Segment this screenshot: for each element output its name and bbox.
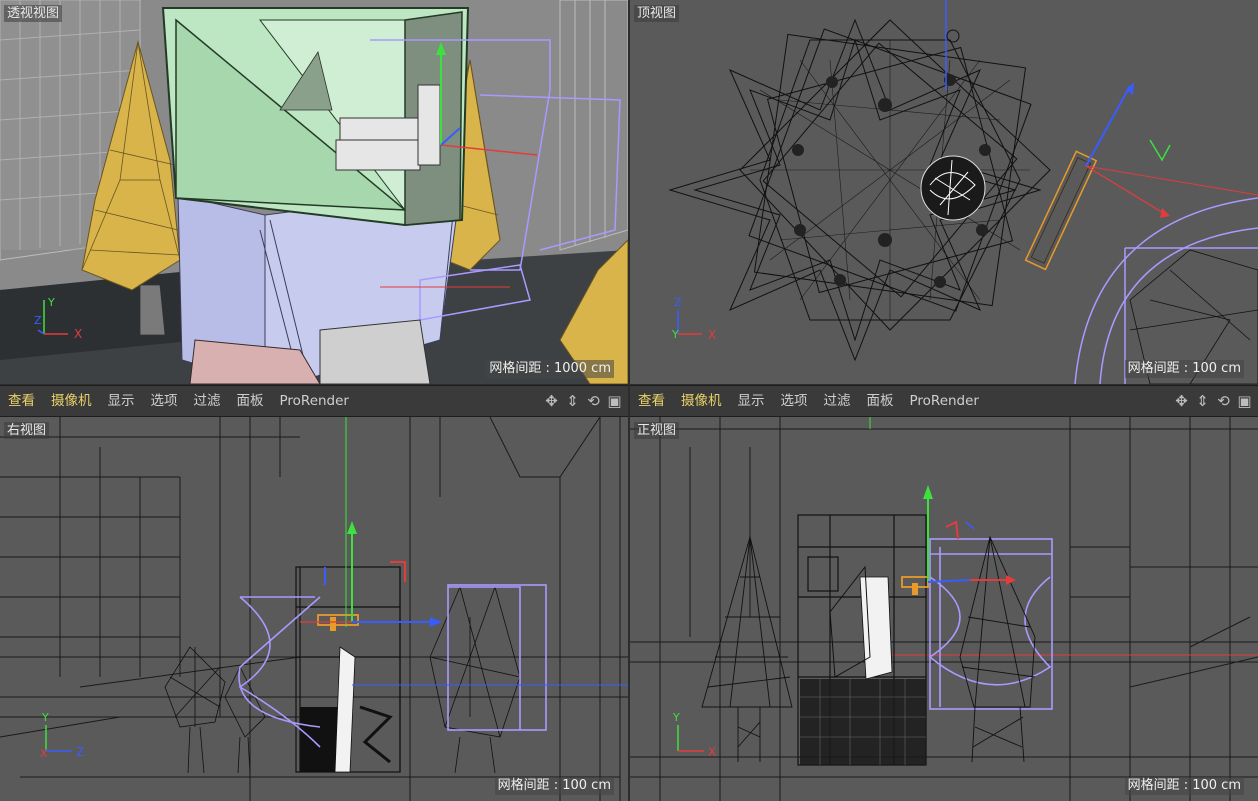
dolly-view-icon[interactable]: ⇕ [1193,392,1212,410]
toggle-layout-icon[interactable]: ▣ [1235,392,1254,410]
menu-view[interactable]: 查看 [0,386,43,416]
axis-x-label: X [708,745,716,759]
grid-spacing-label: 网格间距 : 100 cm [1124,360,1244,378]
viewport-menubar-right: 查看 摄像机 显示 选项 过滤 面板 ProRender ✥ ⇕ ⟲ ▣ [630,385,1258,417]
rotate-view-icon[interactable]: ⟲ [584,392,603,410]
menu-camera[interactable]: 摄像机 [673,386,730,416]
menu-panel[interactable]: 面板 [229,386,272,416]
front-viewport[interactable]: 正视图 Y X 网格间距 : 100 cm [630,417,1258,801]
axis-z-label: Z [34,314,42,327]
dolly-view-icon[interactable]: ⇕ [563,392,582,410]
right-viewport[interactable]: 右视图 Y X Z 网格间距 : 100 cm [0,417,628,801]
axis-y-label: Y [672,711,680,724]
viewport-label: 透视视图 [4,5,63,22]
grid-spacing-label: 网格间距 : 100 cm [494,777,614,795]
top-scene [630,0,1258,384]
toggle-layout-icon[interactable]: ▣ [605,392,624,410]
menu-display[interactable]: 显示 [730,386,773,416]
menu-view[interactable]: 查看 [630,386,673,416]
viewport-label: 顶视图 [634,5,680,22]
menu-panel[interactable]: 面板 [859,386,902,416]
menu-filter[interactable]: 过滤 [816,386,859,416]
top-viewport[interactable]: 顶视图 Z Y X 网格间距 : 100 cm [630,0,1258,384]
axis-gizmo: Y Z X [34,296,82,341]
grid-spacing-label: 网格间距 : 1000 cm [486,360,614,378]
axis-y-label: Y [41,711,49,724]
axis-x-label: X [708,328,716,342]
grid-spacing-label: 网格间距 : 100 cm [1124,777,1244,795]
axis-z-label: Z [76,745,84,759]
menu-filter[interactable]: 过滤 [186,386,229,416]
right-scene [0,417,628,801]
menu-display[interactable]: 显示 [100,386,143,416]
axis-z-label: Z [674,296,682,309]
axis-gizmo: Y X Z [40,711,84,760]
axis-gizmo: Z Y X [671,296,716,342]
viewport-label: 正视图 [634,422,680,439]
viewport-label: 右视图 [4,422,50,439]
move-view-icon[interactable]: ✥ [542,392,561,410]
rotate-view-icon[interactable]: ⟲ [1214,392,1233,410]
menu-camera[interactable]: 摄像机 [43,386,100,416]
menu-options[interactable]: 选项 [773,386,816,416]
menu-prorender[interactable]: ProRender [902,386,987,416]
move-view-icon[interactable]: ✥ [1172,392,1191,410]
axis-x-label: X [74,327,82,341]
menu-prorender[interactable]: ProRender [272,386,357,416]
axis-y-label: Y [671,328,679,341]
menu-options[interactable]: 选项 [143,386,186,416]
axis-x-label: X [40,747,48,760]
perspective-scene [0,0,628,384]
axis-y-label: Y [47,296,55,309]
axis-gizmo: Y X [672,711,716,759]
viewport-menubar-left: 查看 摄像机 显示 选项 过滤 面板 ProRender ✥ ⇕ ⟲ ▣ [0,385,628,417]
perspective-viewport[interactable]: 透视视图 Y Z X 网格间距 : 1000 cm [0,0,628,384]
